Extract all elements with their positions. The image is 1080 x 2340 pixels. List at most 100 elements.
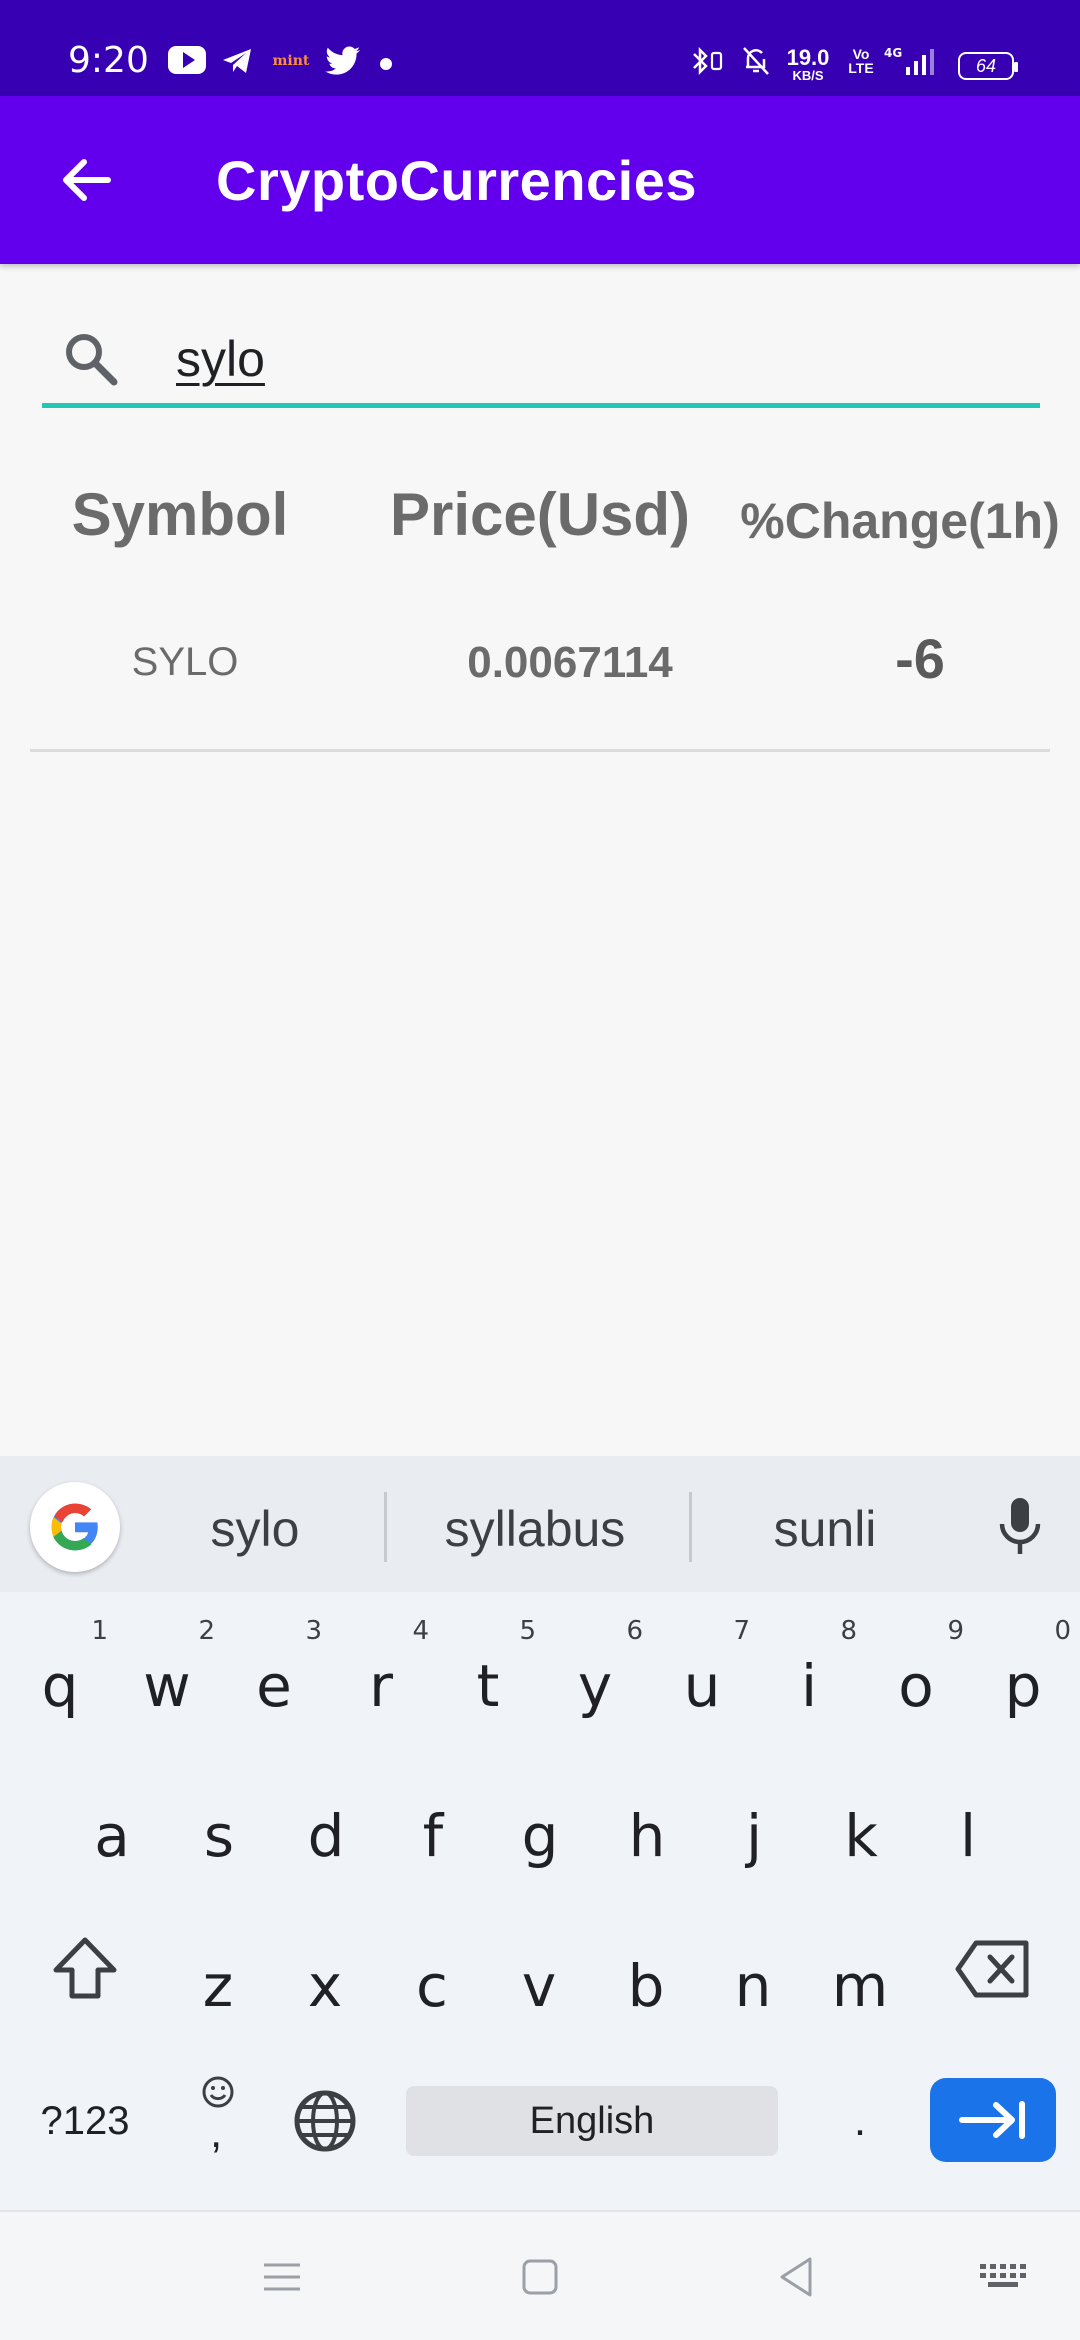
- key-x[interactable]: x: [275, 1926, 375, 2046]
- key-hint-number: 3: [305, 1616, 322, 1646]
- suggestion-3[interactable]: sunli: [700, 1500, 950, 1558]
- key-n[interactable]: n: [703, 1926, 803, 2046]
- key-u[interactable]: u7: [652, 1618, 752, 1746]
- key-label: y: [577, 1652, 613, 1720]
- key-label: h: [628, 1802, 666, 1870]
- key-s[interactable]: s: [169, 1776, 269, 1896]
- table-row[interactable]: SYLO 0.0067114 -6: [30, 600, 1050, 752]
- key-hint-number: 8: [840, 1616, 857, 1646]
- header-symbol: Symbol: [71, 481, 289, 548]
- key-h[interactable]: h: [597, 1776, 697, 1896]
- key-d[interactable]: d: [276, 1776, 376, 1896]
- tab-arrow-icon: [959, 2101, 1025, 2139]
- key-r[interactable]: r4: [331, 1618, 431, 1746]
- key-l[interactable]: l: [918, 1776, 1018, 1896]
- key-v[interactable]: v: [489, 1926, 589, 2046]
- backspace-key[interactable]: [948, 1924, 1038, 2014]
- key-hint-number: 2: [198, 1616, 215, 1646]
- microphone-icon[interactable]: [990, 1492, 1050, 1562]
- youtube-icon: [168, 46, 206, 74]
- key-label: v: [521, 1952, 557, 2020]
- key-w[interactable]: w2: [117, 1618, 217, 1746]
- key-i[interactable]: i8: [759, 1618, 859, 1746]
- square-icon: [522, 2259, 558, 2295]
- bell-off-icon: [738, 46, 774, 76]
- key-hint-number: 4: [412, 1616, 429, 1646]
- search-input[interactable]: sylo: [176, 330, 265, 388]
- shift-key[interactable]: [40, 1924, 130, 2014]
- key-t[interactable]: t5: [438, 1618, 538, 1746]
- svg-text:4G: 4G: [884, 46, 902, 60]
- keyboard: sylo syllabus sunli q1w2e3r4t5y6u7i8o9p0…: [0, 1456, 1080, 2210]
- row-price: 0.0067114: [467, 638, 673, 687]
- net-speed: 19.0 KB/S: [786, 44, 830, 83]
- navigation-bar: [0, 2210, 1080, 2340]
- key-a[interactable]: a: [62, 1776, 162, 1896]
- key-hint-number: 7: [733, 1616, 750, 1646]
- key-hint-number: 1: [91, 1616, 108, 1646]
- home-nav-button[interactable]: [510, 2252, 570, 2302]
- language-key[interactable]: [290, 2086, 360, 2156]
- key-g[interactable]: g: [490, 1776, 590, 1896]
- period-key[interactable]: .: [840, 2086, 880, 2156]
- triangle-back-icon: [780, 2257, 812, 2297]
- keyboard-icon: [980, 2264, 1026, 2287]
- key-label: n: [734, 1952, 772, 2020]
- app-bar: CryptoCurrencies: [0, 96, 1080, 264]
- key-c[interactable]: c: [382, 1926, 482, 2046]
- key-p[interactable]: p0: [973, 1618, 1073, 1746]
- comma-label: ,: [210, 2108, 223, 2157]
- key-f[interactable]: f: [383, 1776, 483, 1896]
- mint-icon: mint: [272, 53, 310, 69]
- key-b[interactable]: b: [596, 1926, 696, 2046]
- key-label: m: [831, 1952, 889, 2020]
- status-time: 9:20: [68, 40, 149, 81]
- key-label: d: [307, 1802, 345, 1870]
- suggestion-2[interactable]: syllabus: [400, 1500, 670, 1558]
- key-label: g: [521, 1802, 559, 1870]
- key-label: w: [143, 1652, 191, 1720]
- google-icon[interactable]: [30, 1482, 120, 1572]
- key-label: t: [476, 1652, 500, 1720]
- telegram-icon: [220, 46, 254, 76]
- twitter-icon: [324, 46, 362, 76]
- key-label: e: [256, 1652, 292, 1720]
- key-o[interactable]: o9: [866, 1618, 966, 1746]
- suggestion-bar: sylo syllabus sunli: [0, 1456, 1080, 1592]
- volte-icon: Vo LTE: [848, 46, 874, 76]
- space-key[interactable]: English: [406, 2086, 778, 2156]
- key-label: z: [202, 1952, 234, 2020]
- back-nav-button[interactable]: [766, 2252, 826, 2302]
- battery-icon: 64: [958, 52, 1018, 80]
- key-k[interactable]: k: [811, 1776, 911, 1896]
- back-button[interactable]: [46, 140, 126, 220]
- key-label: x: [307, 1952, 343, 2020]
- menu-nav-button[interactable]: [252, 2252, 312, 2302]
- suggestion-1[interactable]: sylo: [130, 1500, 380, 1558]
- suggestion-divider: [384, 1492, 387, 1562]
- dot-icon: [380, 58, 392, 70]
- key-z[interactable]: z: [168, 1926, 268, 2046]
- key-hint-number: 6: [626, 1616, 643, 1646]
- status-bar: 9:20 mint 19.0 KB/S Vo LTE 4G 64: [0, 0, 1080, 96]
- key-label: o: [898, 1652, 934, 1720]
- search-bar[interactable]: sylo: [42, 310, 1040, 408]
- header-price: Price(Usd): [389, 481, 691, 548]
- row-symbol: SYLO: [131, 640, 239, 684]
- emoji-comma-key[interactable]: ,: [190, 2074, 246, 2164]
- key-j[interactable]: j: [704, 1776, 804, 1896]
- emoji-icon: [202, 2076, 234, 2108]
- keyboard-nav-button[interactable]: [974, 2252, 1034, 2302]
- key-y[interactable]: y6: [545, 1618, 645, 1746]
- key-m[interactable]: m: [810, 1926, 910, 2046]
- menu-icon: [264, 2263, 300, 2291]
- key-q[interactable]: q1: [10, 1618, 110, 1746]
- enter-key[interactable]: [930, 2078, 1056, 2162]
- key-hint-number: 5: [519, 1616, 536, 1646]
- key-label: c: [416, 1952, 448, 2020]
- symbols-key[interactable]: ?123: [30, 2086, 140, 2156]
- header-change: %Change(1h): [740, 493, 1060, 549]
- key-label: a: [94, 1802, 130, 1870]
- key-e[interactable]: e3: [224, 1618, 324, 1746]
- suggestion-divider: [689, 1492, 692, 1562]
